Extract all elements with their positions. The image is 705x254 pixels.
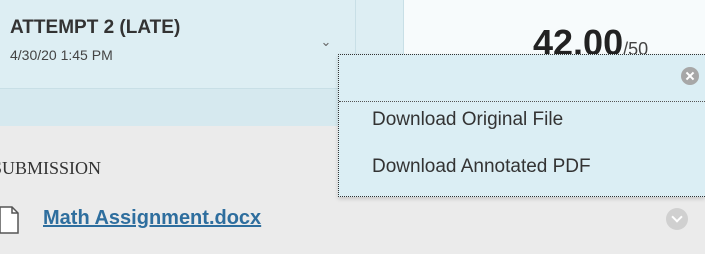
download-menu: Download Original File Download Annotate…	[338, 54, 705, 197]
close-icon[interactable]	[681, 67, 699, 85]
download-annotated-pdf-item[interactable]: Download Annotated PDF	[372, 156, 591, 178]
chevron-down-icon[interactable]: ⌄	[318, 34, 334, 50]
download-menu-header	[339, 55, 705, 102]
chevron-down-circle-icon[interactable]	[666, 208, 688, 230]
attempt-title: ATTEMPT 2 (LATE)	[10, 17, 181, 38]
download-original-file-item[interactable]: Download Original File	[372, 109, 563, 131]
submission-heading: SUBMISSION	[0, 158, 102, 178]
submission-file-link[interactable]: Math Assignment.docx	[43, 207, 261, 230]
document-icon	[0, 206, 19, 234]
attempt-row-strip	[0, 88, 355, 126]
attempt-date: 4/30/20 1:45 PM	[10, 47, 113, 63]
